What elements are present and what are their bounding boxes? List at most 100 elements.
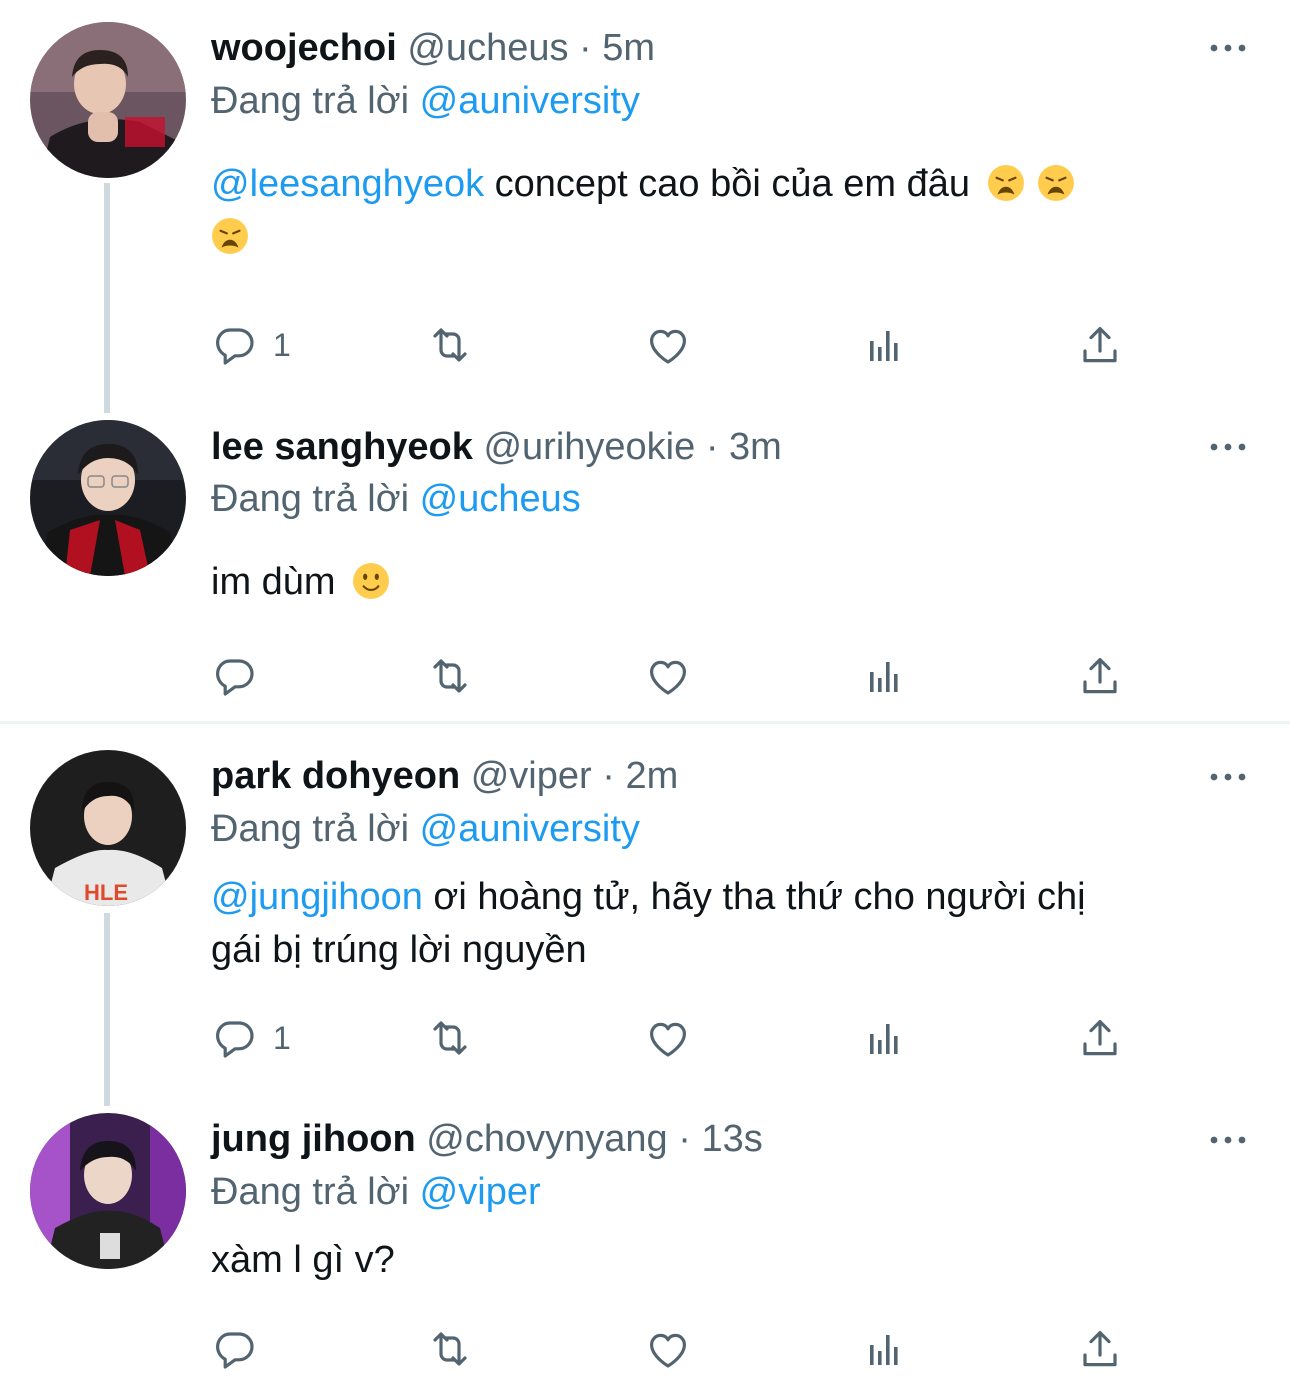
reply-icon — [211, 321, 259, 369]
like-icon — [644, 1014, 692, 1062]
retweet-icon — [426, 1325, 474, 1373]
like-icon — [644, 321, 692, 369]
user-handle[interactable]: @viper — [471, 755, 592, 797]
user-handle[interactable]: @chovynyang — [426, 1118, 667, 1160]
share-icon — [1076, 652, 1124, 700]
mention-link[interactable]: @jungjihoon — [211, 876, 423, 918]
action-bar: 1 — [211, 1014, 1131, 1062]
reply-button[interactable]: 1 — [211, 1014, 291, 1062]
timestamp[interactable]: 3m — [729, 426, 782, 468]
retweet-button[interactable] — [426, 321, 474, 369]
more-icon[interactable] — [1208, 38, 1248, 58]
separator: · — [579, 27, 592, 69]
analytics-button[interactable] — [861, 1325, 909, 1373]
divider — [0, 721, 1290, 724]
like-button[interactable] — [644, 652, 692, 700]
body-text-line2: gái bị trúng lời nguyền — [211, 929, 587, 971]
retweet-icon — [426, 321, 474, 369]
replying-to: Đang trả lời @auniversity — [211, 804, 640, 854]
reply-count: 1 — [273, 326, 291, 363]
avatar[interactable] — [30, 22, 186, 178]
tweet-text: im dùm — [211, 556, 1241, 609]
weary-face-emoji — [987, 164, 1025, 202]
like-button[interactable] — [644, 1325, 692, 1373]
replying-to-link[interactable]: @auniversity — [420, 808, 640, 850]
share-icon — [1076, 1325, 1124, 1373]
share-button[interactable] — [1076, 652, 1124, 700]
share-icon — [1076, 1014, 1124, 1062]
analytics-icon — [861, 1014, 909, 1062]
retweet-button[interactable] — [426, 1325, 474, 1373]
tweet-header: lee sanghyeok @urihyeokie · 3m — [211, 423, 782, 471]
analytics-icon — [861, 321, 909, 369]
reply-icon — [211, 652, 259, 700]
analytics-icon — [861, 652, 909, 700]
thread-line — [104, 913, 110, 1106]
reply-button[interactable] — [211, 1325, 259, 1373]
tweet-header: woojechoi @ucheus · 5m — [211, 24, 655, 72]
avatar[interactable]: HLE — [30, 750, 186, 906]
reply-icon — [211, 1325, 259, 1373]
body-text: im dùm — [211, 561, 336, 603]
replying-to-link[interactable]: @auniversity — [420, 80, 640, 122]
display-name[interactable]: park dohyeon — [211, 755, 460, 797]
mention-link[interactable]: @leesanghyeok — [211, 163, 484, 205]
reply-button[interactable] — [211, 652, 259, 700]
like-icon — [644, 1325, 692, 1373]
more-icon[interactable] — [1208, 437, 1248, 457]
timestamp[interactable]: 2m — [625, 755, 678, 797]
avatar-photo — [30, 1113, 186, 1269]
retweet-icon — [426, 652, 474, 700]
svg-text:HLE: HLE — [84, 880, 128, 905]
replying-to: Đang trả lời @viper — [211, 1167, 541, 1217]
display-name[interactable]: lee sanghyeok — [211, 426, 473, 468]
retweet-button[interactable] — [426, 652, 474, 700]
share-button[interactable] — [1076, 321, 1124, 369]
body-text-line1: ơi hoàng tử, hãy tha thứ cho người chị — [422, 876, 1086, 918]
retweet-icon — [426, 1014, 474, 1062]
separator: · — [602, 755, 615, 797]
user-handle[interactable]: @urihyeokie — [483, 426, 695, 468]
replying-prefix: Đang trả lời — [211, 80, 410, 122]
more-icon[interactable] — [1208, 767, 1248, 787]
avatar-photo — [30, 420, 186, 576]
tweet-text: xàm l gì v? — [211, 1234, 1241, 1287]
body-text: concept cao bồi của em đâu — [484, 163, 970, 205]
analytics-button[interactable] — [861, 652, 909, 700]
action-bar — [211, 1325, 1131, 1373]
reply-button[interactable]: 1 — [211, 321, 291, 369]
retweet-button[interactable] — [426, 1014, 474, 1062]
analytics-icon — [861, 1325, 909, 1373]
more-icon[interactable] — [1208, 1130, 1248, 1150]
tweet-header: jung jihoon @chovynyang · 13s — [211, 1115, 763, 1163]
share-icon — [1076, 321, 1124, 369]
timestamp[interactable]: 5m — [602, 27, 655, 69]
replying-to-link[interactable]: @viper — [420, 1171, 541, 1213]
user-handle[interactable]: @ucheus — [407, 27, 568, 69]
share-button[interactable] — [1076, 1325, 1124, 1373]
like-button[interactable] — [644, 1014, 692, 1062]
tweet-text: @jungjihoon ơi hoàng tử, hãy tha thứ cho… — [211, 871, 1241, 977]
timestamp[interactable]: 13s — [701, 1118, 762, 1160]
replying-to: Đang trả lời @auniversity — [211, 76, 640, 126]
display-name[interactable]: woojechoi — [211, 27, 397, 69]
avatar[interactable] — [30, 1113, 186, 1269]
weary-face-emoji — [211, 217, 249, 255]
share-button[interactable] — [1076, 1014, 1124, 1062]
avatar[interactable] — [30, 420, 186, 576]
replying-to-link[interactable]: @ucheus — [420, 478, 581, 520]
avatar-photo: HLE — [30, 750, 186, 906]
separator: · — [678, 1118, 691, 1160]
slightly-smiling-face-emoji — [352, 562, 390, 600]
like-button[interactable] — [644, 321, 692, 369]
replying-prefix: Đang trả lời — [211, 808, 410, 850]
action-bar: 1 — [211, 321, 1131, 369]
tweet-text: @leesanghyeok concept cao bồi của em đâu — [211, 158, 1241, 264]
replying-prefix: Đang trả lời — [211, 1171, 410, 1213]
display-name[interactable]: jung jihoon — [211, 1118, 416, 1160]
analytics-button[interactable] — [861, 321, 909, 369]
replying-prefix: Đang trả lời — [211, 478, 410, 520]
tweet-header: park dohyeon @viper · 2m — [211, 752, 678, 800]
body-text: xàm l gì v? — [211, 1239, 395, 1281]
analytics-button[interactable] — [861, 1014, 909, 1062]
